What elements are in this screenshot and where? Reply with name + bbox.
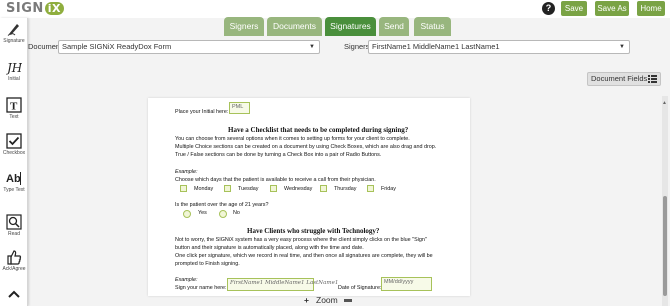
tool-signature[interactable]: Signature <box>0 21 28 44</box>
documents-select[interactable]: Sample SIGNiX ReadyDox Form ▼ <box>58 40 320 54</box>
tab-send[interactable]: Send <box>379 17 409 36</box>
paragraph-line: You can choose from several options when… <box>175 136 410 142</box>
document-fields-label: Document Fields <box>591 74 648 83</box>
chevron-up-icon <box>8 290 20 298</box>
app-window: SIGN iX ? Save Save As Home Signers Docum… <box>0 0 670 306</box>
heading-technology: Have Clients who struggle with Technolog… <box>247 227 380 235</box>
plus-icon[interactable]: + <box>304 295 309 306</box>
radio-no-label: No <box>233 210 240 216</box>
paragraph-line: One click per signature, which we record… <box>175 253 433 259</box>
paragraph-line: True / False sections can be done by tur… <box>175 152 382 158</box>
day-label: Tuesday <box>238 186 259 192</box>
magnifier-icon <box>6 214 22 230</box>
tool-text[interactable]: T Text <box>0 97 28 120</box>
zoom-label: Zoom <box>316 295 338 305</box>
initial-prompt: Place your Initial here: <box>175 109 229 115</box>
paragraph-line: Not to worry, the SIGNiX system has a ve… <box>175 237 427 243</box>
home-button[interactable]: Home <box>637 1 665 16</box>
svg-text:T: T <box>10 101 18 113</box>
documents-select-value: Sample SIGNiX ReadyDox Form <box>62 42 172 51</box>
thumbs-up-icon <box>7 250 22 265</box>
pen-icon <box>7 24 19 36</box>
day-label: Thursday <box>334 186 357 192</box>
radio-no[interactable] <box>219 210 227 218</box>
paragraph-line: button and their signature is automatica… <box>175 245 364 251</box>
type-text-icon: Ab <box>6 172 21 185</box>
example-label: Example: <box>175 169 198 175</box>
sign-prompt: Sign your name here: <box>175 285 227 291</box>
heading-checklist: Have a Checklist that needs to be comple… <box>228 126 409 134</box>
radio-yes-label: Yes <box>198 210 207 216</box>
tab-signers[interactable]: Signers <box>224 17 264 36</box>
paragraph-line: prompted to Finish signing. <box>175 261 240 267</box>
signix-logo: SIGN iX <box>6 1 65 16</box>
document-fields-button[interactable]: Document Fields <box>587 72 661 86</box>
paragraph-line: Multiple Choice sections can be created … <box>175 144 437 150</box>
checkbox-wednesday[interactable] <box>270 185 277 192</box>
signers-select[interactable]: FirstName1 MiddleName1 LastName1 ▼ <box>368 40 630 54</box>
svg-text:Ab: Ab <box>6 173 21 185</box>
help-icon[interactable]: ? <box>542 2 555 15</box>
text-box-icon: T <box>6 97 22 113</box>
tool-type-text[interactable]: Ab Type Text <box>0 170 28 193</box>
checkbox-friday[interactable] <box>367 185 374 192</box>
tab-status[interactable]: Status <box>414 17 451 36</box>
scroll-up-arrow-icon[interactable]: ▲ <box>662 100 667 106</box>
tool-ack-agree[interactable]: Ack/Agree <box>0 249 28 272</box>
tab-documents[interactable]: Documents <box>267 17 322 36</box>
tab-signatures[interactable]: Signatures <box>325 17 376 36</box>
signature-field[interactable]: FirstName1 MiddleName1 LastName1 <box>227 278 338 291</box>
svg-text:JH: JH <box>6 61 22 75</box>
checkbox-tuesday[interactable] <box>224 185 231 192</box>
age-prompt: Is the patient over the age of 21 years? <box>175 202 269 208</box>
chevron-down-icon: ▼ <box>309 44 315 50</box>
tool-checkbox[interactable]: Checkbox <box>0 133 28 156</box>
signers-select-value: FirstName1 MiddleName1 LastName1 <box>372 42 500 51</box>
example-label: Example: <box>175 277 198 283</box>
day-label: Monday <box>194 186 214 192</box>
tool-read[interactable]: Read <box>0 214 28 237</box>
top-header: SIGN iX ? Save Save As Home <box>0 0 670 18</box>
chevron-down-icon: ▼ <box>619 44 625 50</box>
signers-label: Signers <box>344 42 370 51</box>
initial-field[interactable]: PML <box>229 102 250 114</box>
day-label: Wednesday <box>284 186 313 192</box>
list-icon <box>648 75 657 83</box>
radio-yes[interactable] <box>183 210 191 218</box>
date-prompt: Date of Signature: <box>338 285 382 291</box>
document-page: Place your Initial here: PML Have a Chec… <box>148 98 470 296</box>
collapse-toolbar-button[interactable] <box>0 286 28 302</box>
initials-icon: JH <box>6 61 22 75</box>
minus-icon[interactable] <box>344 299 352 302</box>
save-button[interactable]: Save <box>561 1 587 16</box>
date-field[interactable]: MM/dd/yyyy <box>381 277 432 291</box>
field-tool-palette: Signature JH Initial T Text Checkbox Ab … <box>0 18 28 306</box>
days-prompt: Choose which days that the patient is av… <box>175 177 376 183</box>
checkbox-icon <box>6 133 22 149</box>
day-label: Friday <box>381 186 396 192</box>
checkbox-monday[interactable] <box>180 185 187 192</box>
save-as-button[interactable]: Save As <box>595 1 629 16</box>
tool-initial[interactable]: JH Initial <box>0 59 28 82</box>
scrollbar-thumb[interactable] <box>663 196 667 296</box>
checkbox-thursday[interactable] <box>320 185 327 192</box>
